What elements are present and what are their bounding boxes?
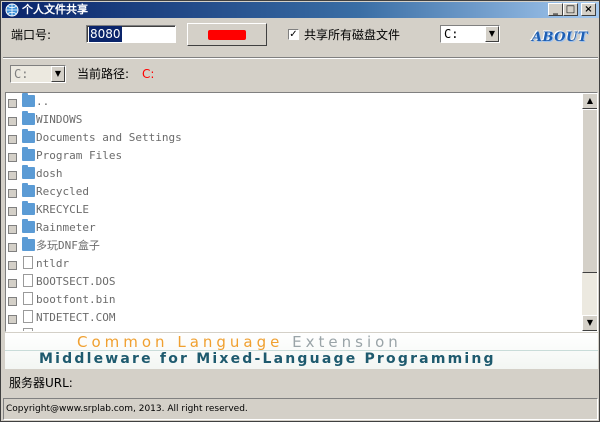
file-name: Program Files — [36, 149, 123, 162]
title-bar[interactable]: 个人文件共享 _ □ × — [2, 2, 599, 18]
file-name: .. — [36, 95, 50, 108]
file-name: ntldr — [36, 257, 70, 270]
app-globe-icon — [5, 3, 19, 17]
file-list-item[interactable]: bootfont.bin — [6, 291, 582, 309]
start-server-button[interactable] — [187, 23, 267, 46]
current-path-value: C: — [142, 67, 155, 81]
banner-title: Common Language Extension — [77, 333, 402, 351]
port-input[interactable]: 8080 — [86, 25, 176, 43]
file-select-checkbox[interactable] — [8, 153, 17, 162]
folder-icon — [22, 165, 35, 179]
file-list-item[interactable]: BOOTSECT.DOS — [6, 273, 582, 291]
cle-banner: Common Language Extension Middleware for… — [5, 333, 598, 369]
vertical-scrollbar[interactable]: ▲ ▼ — [582, 93, 597, 331]
folder-icon — [22, 183, 35, 197]
toolbar-divider — [3, 57, 598, 59]
file-select-checkbox[interactable] — [8, 171, 17, 180]
file-list-item[interactable]: KRECYCLE — [6, 201, 582, 219]
path-drive-select[interactable]: C: ▼ — [10, 65, 66, 83]
file-list-item[interactable]: dosh — [6, 165, 582, 183]
drive-select[interactable]: C: ▼ — [440, 25, 500, 43]
file-select-checkbox[interactable] — [8, 261, 17, 270]
banner-word-extension: Extension — [292, 333, 402, 351]
file-list-item[interactable]: Recycled — [6, 183, 582, 201]
banner-word-common: Common — [77, 333, 169, 351]
file-select-checkbox[interactable] — [8, 279, 17, 288]
file-icon — [23, 256, 33, 269]
file-list-item[interactable]: 多玩DNF盒子 — [6, 237, 582, 255]
folder-icon — [22, 93, 35, 107]
file-list-item[interactable]: IO.SYS — [6, 327, 582, 331]
scroll-down-icon[interactable]: ▼ — [582, 315, 597, 331]
file-list-item[interactable]: Documents and Settings — [6, 129, 582, 147]
status-bar: Copyright@www.srplab.com, 2013. All righ… — [3, 398, 598, 420]
app-window: 个人文件共享 _ □ × 端口号: 8080 ✓ 共享所有磁盘文件 C: ▼ A… — [0, 0, 600, 422]
file-select-checkbox[interactable] — [8, 315, 17, 324]
chevron-down-icon[interactable]: ▼ — [51, 66, 65, 82]
folder-icon — [22, 201, 35, 215]
banner-word-language: Language — [177, 333, 284, 351]
file-select-checkbox[interactable] — [8, 99, 17, 108]
server-url-label: 服务器URL: — [9, 376, 73, 390]
folder-icon — [22, 111, 35, 125]
file-list-item[interactable]: .. — [6, 93, 582, 111]
chevron-down-icon[interactable]: ▼ — [485, 26, 499, 42]
file-icon — [23, 292, 33, 305]
file-icon — [23, 310, 33, 323]
minimize-button[interactable]: _ — [548, 3, 563, 16]
file-name: WINDOWS — [36, 113, 83, 126]
folder-icon — [22, 129, 35, 143]
file-icon — [23, 274, 33, 287]
drive-select-value: C: — [444, 27, 459, 41]
file-list-item[interactable]: WINDOWS — [6, 111, 582, 129]
file-select-checkbox[interactable] — [8, 225, 17, 234]
file-list-item[interactable]: Rainmeter — [6, 219, 582, 237]
port-value: 8080 — [89, 26, 122, 42]
about-button[interactable]: ABOUT — [531, 27, 589, 49]
file-icon — [23, 328, 33, 331]
share-all-checkbox[interactable]: ✓ — [288, 29, 299, 40]
share-all-label: 共享所有磁盘文件 — [304, 28, 401, 42]
current-path-label: 当前路径: — [77, 67, 130, 81]
file-name: bootfont.bin — [36, 293, 116, 306]
close-button[interactable]: × — [581, 3, 596, 16]
port-label: 端口号: — [11, 28, 52, 42]
file-name: Documents and Settings — [36, 131, 182, 144]
file-name: dosh — [36, 167, 63, 180]
path-drive-select-value: C: — [14, 67, 29, 81]
banner-subtitle: Middleware for Mixed-Language Programmin… — [39, 351, 496, 367]
file-name: NTDETECT.COM — [36, 311, 116, 324]
file-select-checkbox[interactable] — [8, 117, 17, 126]
file-select-checkbox[interactable] — [8, 243, 17, 252]
folder-icon — [22, 219, 35, 233]
file-name: IO.SYS — [36, 328, 76, 331]
folder-icon — [22, 237, 35, 251]
file-select-checkbox[interactable] — [8, 207, 17, 216]
file-select-checkbox[interactable] — [8, 135, 17, 144]
file-list-item[interactable]: ntldr — [6, 255, 582, 273]
file-name: KRECYCLE — [36, 203, 89, 216]
file-name: 多玩DNF盒子 — [36, 239, 100, 252]
file-name: BOOTSECT.DOS — [36, 275, 116, 288]
scroll-up-icon[interactable]: ▲ — [582, 93, 597, 109]
file-select-checkbox[interactable] — [8, 297, 17, 306]
scroll-thumb[interactable] — [582, 109, 597, 273]
window-title: 个人文件共享 — [22, 3, 88, 16]
file-name: Rainmeter — [36, 221, 96, 234]
maximize-button[interactable]: □ — [563, 3, 578, 16]
file-list[interactable]: .. WINDOWS Documents and Settings Program F… — [5, 92, 598, 332]
file-list-item[interactable]: NTDETECT.COM — [6, 309, 582, 327]
status-text: Copyright@www.srplab.com, 2013. All righ… — [6, 404, 248, 414]
file-select-checkbox[interactable] — [8, 189, 17, 198]
file-list-rows: .. WINDOWS Documents and Settings Program F… — [6, 93, 582, 331]
file-list-item[interactable]: Program Files — [6, 147, 582, 165]
folder-icon — [22, 147, 35, 161]
file-name: Recycled — [36, 185, 89, 198]
server-status-indicator — [208, 30, 246, 40]
